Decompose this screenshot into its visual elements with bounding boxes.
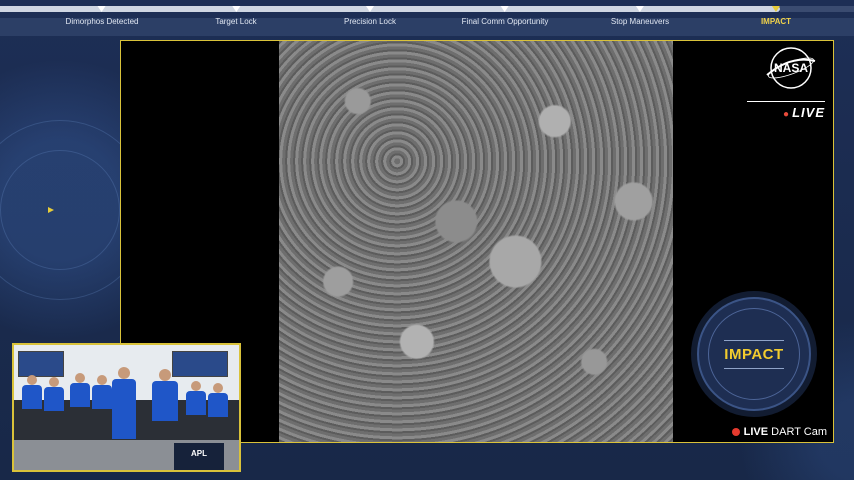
live-label: LIVE	[792, 105, 825, 120]
milestone-label: Dimorphos Detected	[65, 17, 139, 26]
milestone-marker-icon	[97, 6, 106, 12]
live-dot-icon: ●	[783, 109, 791, 120]
nasa-logo-icon: NASA	[766, 47, 816, 89]
milestone-final-comm-opportunity: Final Comm Opportunity	[462, 0, 548, 26]
live-indicator: ● LIVE	[747, 101, 825, 120]
divider	[724, 367, 784, 369]
milestone-marker-icon	[771, 6, 780, 12]
team-member	[208, 383, 228, 417]
impact-badge-inner: IMPACT	[708, 308, 800, 400]
milestone-precision-lock: Precision Lock	[344, 0, 396, 26]
milestone-label: Final Comm Opportunity	[461, 17, 549, 26]
milestone-dimorphos-detected: Dimorphos Detected	[66, 0, 138, 26]
team-member	[92, 375, 112, 409]
wall-screen	[172, 351, 228, 377]
decorative-ring	[0, 150, 120, 270]
milestone-label: Target Lock	[215, 17, 257, 26]
record-dot-icon	[731, 428, 740, 436]
milestone-impact: IMPACT	[761, 0, 791, 26]
milestone-label: Stop Maneuvers	[610, 17, 670, 26]
team-member	[22, 375, 42, 409]
milestone-label: IMPACT	[760, 17, 792, 26]
team-member	[186, 381, 206, 415]
asteroid-surface-image	[279, 41, 673, 442]
impact-label: IMPACT	[724, 345, 784, 363]
milestone-label: Precision Lock	[343, 17, 397, 26]
team-member	[70, 373, 90, 407]
camera-label: LIVE DART Cam	[731, 426, 827, 438]
team-member	[152, 369, 178, 421]
camera-name: DART Cam	[771, 426, 827, 438]
divider	[724, 339, 784, 341]
milestone-marker-icon	[231, 6, 240, 12]
team-member	[44, 377, 64, 411]
podium-logo-text: APL	[191, 449, 207, 458]
team-member	[112, 367, 136, 439]
milestone-marker-icon	[635, 6, 644, 12]
milestone-stop-maneuvers: Stop Maneuvers	[611, 0, 669, 26]
milestone-target-lock: Target Lock	[215, 0, 257, 26]
side-marker-icon	[48, 207, 54, 213]
mission-control-pip-video: APL	[12, 343, 241, 472]
apl-podium: APL	[174, 443, 224, 470]
camera-live-label: LIVE	[743, 426, 769, 438]
nasa-logo-text: NASA	[774, 61, 808, 75]
impact-badge: IMPACT	[697, 297, 811, 411]
timeline-remaining-bar	[780, 6, 854, 12]
mission-timeline: Dimorphos Detected Target Lock Precision…	[0, 0, 854, 36]
milestone-marker-icon	[500, 6, 509, 12]
wall-screen	[18, 351, 64, 377]
milestone-marker-icon	[366, 6, 374, 12]
